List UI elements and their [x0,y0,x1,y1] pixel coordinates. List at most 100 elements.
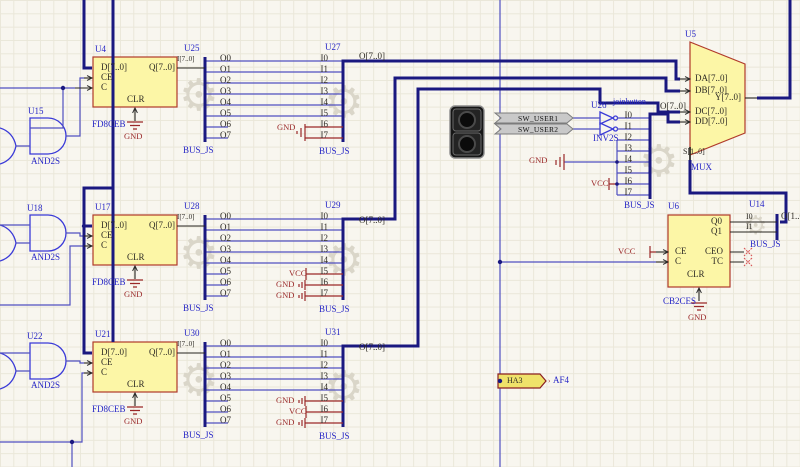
net-label[interactable]: O[1..0] [781,212,800,221]
net-label[interactable]: O[7..0] [359,343,385,352]
designator[interactable]: U25 [184,44,200,53]
pin-name: I5 [312,267,328,276]
part-type[interactable]: FD8CEB [92,278,126,287]
part-type[interactable]: INV2S [593,134,619,143]
partial-gate[interactable] [0,225,16,261]
pin-name: C [101,83,107,92]
part-type[interactable]: BUS_JS [183,146,214,155]
port-label[interactable]: SW_USER2 [518,126,558,134]
schematic-canvas[interactable]: ⚙ ⚙ ⚙ ⚙ ⚙ ⚙ ⚙ ⚙ [0,0,800,467]
part-type[interactable]: BUS_JS [183,431,214,440]
pin-name: DD[7..0] [695,117,728,126]
bus-joinbutton-to-dd[interactable] [650,114,680,199]
gnd-label: GND [276,280,294,289]
pin-name: O0 [220,54,231,63]
part-type[interactable]: FD8CEB [92,405,126,414]
pin-name: I6 [620,177,632,186]
part-type[interactable]: BUS_JS [750,240,781,249]
pin-arrow-icon: › [548,378,550,385]
vcc-label: VCC [618,247,635,256]
net-label[interactable]: O[7..0] [660,102,686,111]
designator[interactable]: U27 [325,43,341,52]
designator[interactable]: U22 [27,332,43,341]
designator[interactable]: U29 [325,201,341,210]
pin-name: CLR [687,270,705,279]
pin-name: I1 [620,122,632,131]
pin-name: I0 [312,339,328,348]
bus-pin-label: I[7..0] [177,341,195,348]
pin-name: I6 [312,405,328,414]
and-gate-u18[interactable] [30,215,66,251]
part-type[interactable]: BUS_JS [319,305,350,314]
pin-name: I5 [312,109,328,118]
inverter-u26a[interactable] [600,112,613,124]
pin-name: CE [101,73,113,82]
pin-name: CLR [127,380,145,389]
gnd-label: GND [124,290,142,299]
designator[interactable]: U28 [184,202,200,211]
gnd-label: GND [276,396,294,405]
pin-name: I7 [312,289,328,298]
pin-name: I0 [312,212,328,221]
inverter-bubble [614,116,618,120]
part-type[interactable]: BUS_JS [183,304,214,313]
bus-d-row1[interactable] [84,0,92,68]
designator[interactable]: U18 [27,204,43,213]
pin-name: Q[7..0] [135,63,175,72]
and-gate-u15[interactable] [30,118,66,154]
designator[interactable]: U6 [668,202,679,211]
pin-name: O2 [220,76,231,85]
designator[interactable]: U5 [685,30,696,39]
part-type[interactable]: AND2S [31,157,60,166]
part-type[interactable]: CB2CES [663,297,696,306]
part-type[interactable]: BUS_JS [319,147,350,156]
pin-name: I7 [312,131,328,140]
designator[interactable]: U4 [95,45,106,54]
push-button-image[interactable] [450,106,484,158]
part-type[interactable]: BUS_JS [624,201,655,210]
pin-name: CEO [700,247,723,256]
gnd-label: GND [124,417,142,426]
vcc-label: VCC [591,179,608,188]
designator[interactable]: U30 [184,329,200,338]
designator[interactable]: U26 [591,101,607,110]
part-type[interactable]: AND2S [31,381,60,390]
pin-name: C [675,257,681,266]
partial-gate[interactable] [0,353,16,389]
and-gate-u22[interactable] [30,343,66,379]
pin-name: I6 [312,120,328,129]
part-type[interactable]: BUS_JS [319,432,350,441]
bus-mux-y-out[interactable] [757,0,790,98]
partial-gate[interactable] [0,128,16,164]
port-label[interactable]: SW_USER1 [518,115,558,123]
designator[interactable]: joinbutton [613,98,646,106]
pin-name: I7 [620,188,632,197]
pin-name: C [101,241,107,250]
pin-name: CE [101,358,113,367]
part-type[interactable]: AND2S [31,253,60,262]
part-type[interactable]: FD8CEB [92,120,126,129]
pin-name: C [101,368,107,377]
gnd-label: GND [277,123,295,132]
pin-name: I1 [312,65,328,74]
designator[interactable]: U15 [28,107,44,116]
button-cap-icon [459,136,475,152]
designator[interactable]: U17 [95,203,111,212]
net-label[interactable]: O[7..0] [359,52,385,61]
part-type[interactable]: MUX [691,163,712,172]
pin-name: I2 [312,234,328,243]
pin-name: I0 [620,111,632,120]
port-label[interactable]: HA3 [507,377,523,385]
pin-name: O3 [220,245,231,254]
pin-name: I2 [312,361,328,370]
designator[interactable]: U14 [749,200,765,209]
fpga-pin-label[interactable]: AF4 [553,376,569,385]
pin-name: O4 [220,256,231,265]
pin-name: CE [101,231,113,240]
designator[interactable]: U21 [95,330,111,339]
pin-name: I7 [312,416,328,425]
switch-wires[interactable] [573,118,650,129]
vcc-label: VCC [289,407,306,416]
net-label[interactable]: O[7..0] [359,216,385,225]
designator[interactable]: U31 [325,328,341,337]
